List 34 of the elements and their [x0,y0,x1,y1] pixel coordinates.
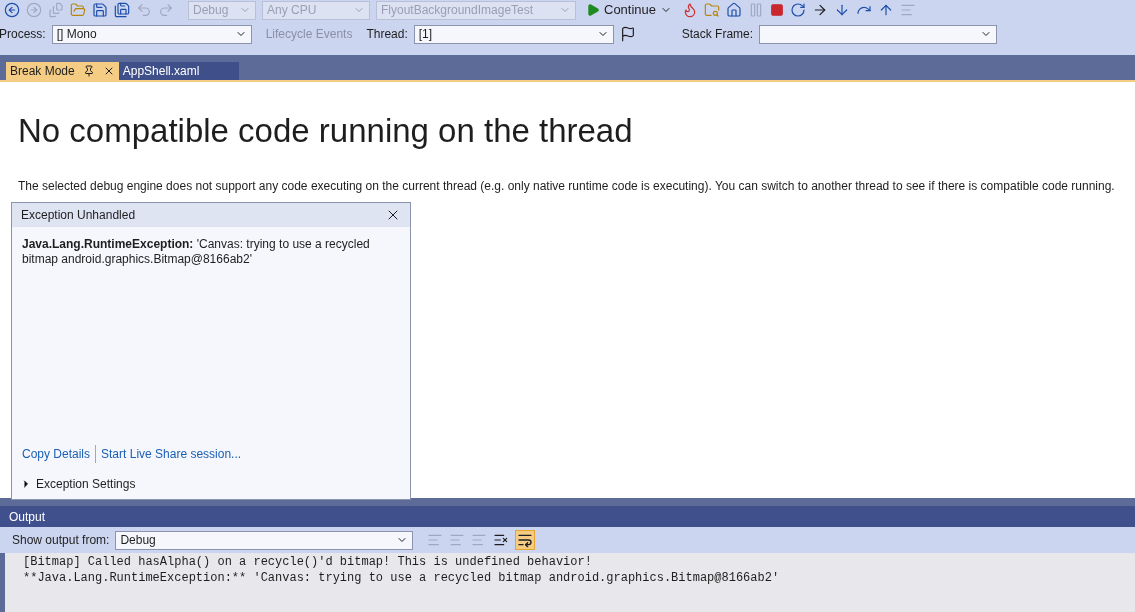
play-icon [586,3,600,17]
exception-message: Java.Lang.RuntimeException: 'Canvas: trying to use a recycled bitmap android.graphics.Bitmap@8166ab2' [21,236,371,267]
restart-icon[interactable] [790,2,807,18]
output-line: [Bitmap] Called hasAlpha() on a recycle()'d bitmap! This is undefined behavior! [23,554,593,570]
flag-icon[interactable] [619,26,636,42]
clear-all-icon[interactable] [493,532,510,548]
stop-icon[interactable] [770,3,785,17]
stack-frame-label: Stack Frame: [681,26,754,43]
save-all-icon[interactable] [114,2,130,18]
thread-label: Thread: [366,26,408,43]
document-tab[interactable]: AppShell.xaml [118,62,239,80]
word-wrap-toggle[interactable] [515,530,536,550]
show-output-label: Show output from: [12,532,110,549]
process-dropdown[interactable]: [] Mono [51,24,252,44]
wrap-icon [517,532,534,548]
process-label: Process: [0,26,46,43]
break-mode-description: The selected debug engine does not support any code executing on the current thread (e.g. only native runtime code is executing). You can switch to another thread to see if there is compatible code running. [18,178,1116,196]
continue-button[interactable]: Continue [582,0,677,20]
output-source-dropdown[interactable]: Debug [115,530,414,550]
break-mode-heading: No compatible code running on the thread [18,111,634,151]
stack-frame-dropdown[interactable] [759,24,998,44]
window-home-icon[interactable] [726,2,743,18]
output-title: Output [9,508,46,526]
popup-link[interactable]: Copy Details [22,445,91,463]
output-line: **Java.Lang.RuntimeException:** 'Canvas: trying to use a recycled bitmap android.graphics.Bitmap@8166ab2' [23,570,781,586]
pin-icon[interactable] [82,65,95,77]
splitter-bar[interactable] [0,498,1135,506]
popup-title: Exception Unhandled [21,207,136,224]
popup-link[interactable]: Start Live Share session... [95,445,242,463]
exception-settings-expander[interactable]: Exception Settings [12,475,410,493]
back-icon[interactable] [4,2,20,18]
save-icon[interactable] [92,2,108,18]
thread-dropdown[interactable]: [1] [413,24,614,44]
document-tab[interactable]: Break Mode [6,62,119,80]
